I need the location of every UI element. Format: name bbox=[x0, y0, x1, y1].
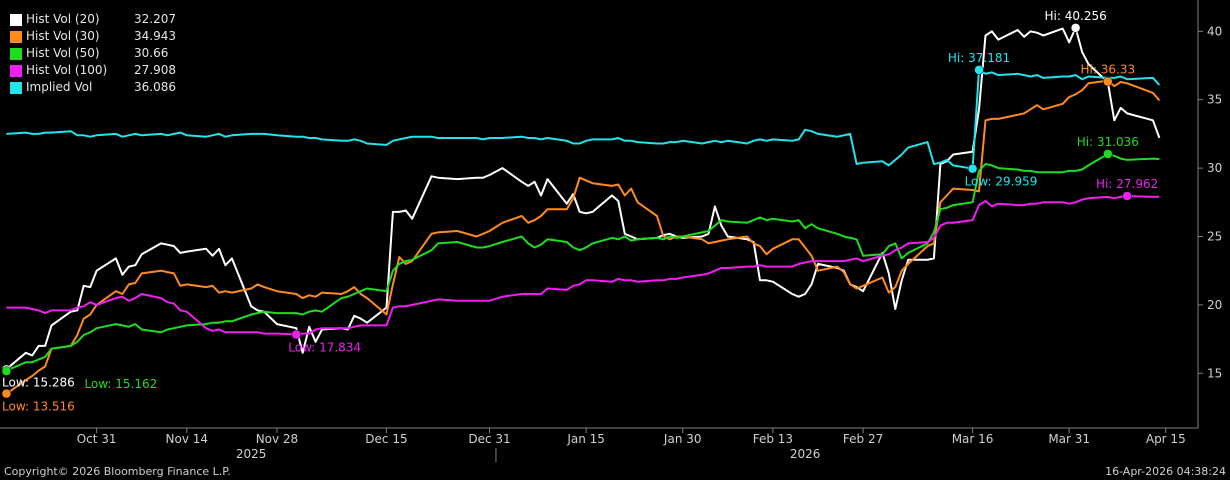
annotation-marker bbox=[1103, 76, 1113, 87]
x-tick-label: Jan 30 bbox=[663, 432, 702, 446]
legend-value: 32.207 bbox=[134, 12, 176, 26]
legend-item: Hist Vol (50) 30.66 bbox=[10, 45, 176, 62]
legend-name: Hist Vol (50) bbox=[26, 46, 100, 60]
timestamp-text: 16-Apr-2026 04:38:24 bbox=[1105, 465, 1226, 478]
y-tick-label: 15 bbox=[1207, 366, 1222, 380]
legend-value: 34.943 bbox=[134, 29, 176, 43]
legend-name: Hist Vol (20) bbox=[26, 12, 100, 26]
annotation-label: Low: 29.959 bbox=[965, 175, 1038, 189]
y-tick-label: 25 bbox=[1207, 230, 1222, 244]
legend-swatch bbox=[10, 81, 22, 94]
x-tick-label: Dec 31 bbox=[468, 432, 510, 446]
legend-name: Hist Vol (30) bbox=[26, 29, 100, 43]
annotation-marker bbox=[291, 329, 302, 340]
legend-item: Implied Vol 36.086 bbox=[10, 79, 176, 96]
series-line-1 bbox=[5, 79, 1161, 395]
x-tick-label: Feb 27 bbox=[843, 432, 883, 446]
annotation-marker bbox=[1122, 191, 1132, 201]
series-line-3 bbox=[6, 195, 1160, 336]
legend-value: 30.66 bbox=[134, 46, 169, 60]
legend-swatch bbox=[10, 64, 22, 77]
x-tick-label: Mar 31 bbox=[1048, 432, 1090, 446]
year-label: 2025 bbox=[236, 447, 267, 461]
annotation-label: Hi: 40.256 bbox=[1045, 9, 1107, 23]
legend-value: 36.086 bbox=[134, 80, 176, 94]
legend-swatch bbox=[10, 47, 22, 60]
x-tick-label: Oct 31 bbox=[77, 432, 117, 446]
annotation-label: Low: 17.834 bbox=[288, 341, 361, 355]
y-tick-label: 20 bbox=[1207, 298, 1222, 312]
chart-legend: Hist Vol (20) 32.207 Hist Vol (30) 34.943 Hi… bbox=[6, 10, 180, 97]
x-tick-label: Nov 28 bbox=[256, 432, 299, 446]
legend-name: Implied Vol bbox=[26, 80, 93, 94]
annotation-marker bbox=[1103, 149, 1113, 159]
y-tick-label: 40 bbox=[1207, 24, 1222, 38]
y-tick-label: 30 bbox=[1207, 161, 1222, 175]
annotation-marker bbox=[967, 163, 978, 174]
annotation-label: Hi: 27.962 bbox=[1096, 177, 1158, 191]
annotation-label: Low: 15.162 bbox=[84, 377, 157, 391]
x-tick-label: Feb 13 bbox=[753, 432, 793, 446]
year-label: 2026 bbox=[790, 447, 821, 461]
x-tick-label: Mar 16 bbox=[952, 432, 994, 446]
x-tick-label: Apr 15 bbox=[1146, 432, 1186, 446]
legend-value: 27.908 bbox=[134, 63, 176, 77]
x-tick-label: Dec 15 bbox=[365, 432, 407, 446]
volatility-chart: 152025303540Oct 31 Nov 14 Nov 28 Dec 15 Dec … bbox=[0, 0, 1222, 462]
annotation-label: Hi: 31.036 bbox=[1077, 135, 1139, 149]
annotation-label: Low: 13.516 bbox=[2, 400, 75, 414]
legend-item: Hist Vol (100) 27.908 bbox=[10, 62, 176, 79]
annotation-label: Hi: 36.33 bbox=[1081, 63, 1136, 77]
legend-name: Hist Vol (100) bbox=[26, 63, 108, 77]
x-tick-label: Nov 14 bbox=[166, 432, 209, 446]
copyright-text: Copyright© 2026 Bloomberg Finance L.P. bbox=[4, 465, 231, 478]
legend-item: Hist Vol (20) 32.207 bbox=[10, 11, 176, 28]
annotation-label: Hi: 37.181 bbox=[948, 51, 1010, 65]
legend-item: Hist Vol (30) 34.943 bbox=[10, 28, 176, 45]
legend-swatch bbox=[10, 30, 22, 43]
x-tick-label: Jan 15 bbox=[566, 432, 605, 446]
annotation-marker bbox=[974, 65, 984, 75]
annotation-marker bbox=[1, 388, 12, 399]
y-tick-label: 35 bbox=[1207, 93, 1222, 107]
annotation-marker bbox=[1, 366, 12, 376]
annotation-marker bbox=[1070, 23, 1081, 33]
annotation-label: Low: 15.286 bbox=[2, 375, 75, 389]
legend-swatch bbox=[10, 13, 22, 26]
